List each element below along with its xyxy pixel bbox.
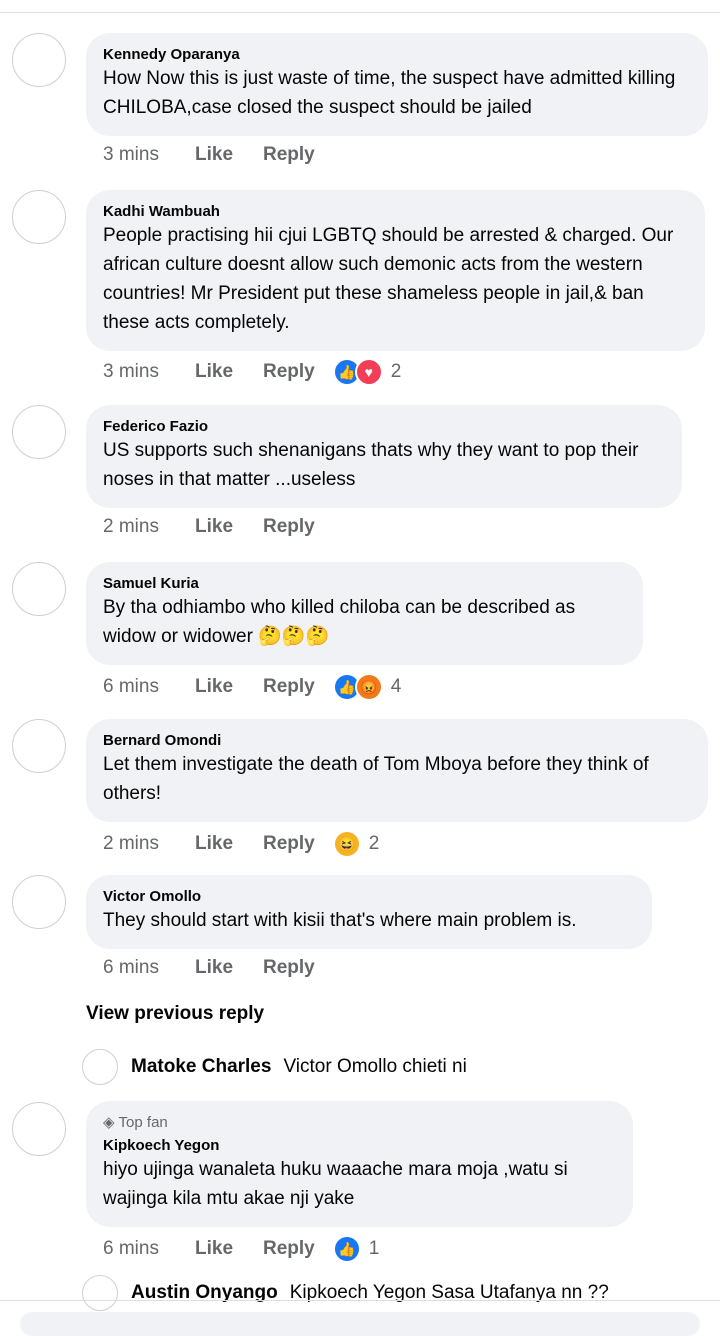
comment-author[interactable]: Kipkoech Yegon <box>103 1137 615 1154</box>
reply-author[interactable]: Matoke Charles <box>131 1056 271 1078</box>
comment-time[interactable]: 6 mins <box>103 676 195 698</box>
comment-bubble[interactable]: Kadhi Wambuah People practising hii cjui… <box>86 190 705 351</box>
comment-bubble[interactable]: Victor Omollo They should start with kis… <box>86 875 652 949</box>
reaction-summary[interactable]: 👍 1 <box>332 1235 380 1263</box>
comment-bubble[interactable]: Bernard Omondi Let them investigate the … <box>86 719 708 822</box>
comment-time[interactable]: 2 mins <box>103 833 195 855</box>
comment-text: US supports such shenanigans thats why t… <box>103 440 639 490</box>
top-fan-badge: ◈ Top fan <box>103 1114 615 1131</box>
comment-author[interactable]: Samuel Kuria <box>103 575 625 592</box>
reply-button[interactable]: Reply <box>263 144 315 166</box>
comment-actions: 6 mins Like Reply 👍 1 <box>103 1235 379 1263</box>
bottom-divider <box>0 1300 720 1301</box>
comment-author[interactable]: Kadhi Wambuah <box>103 203 687 220</box>
avatar[interactable] <box>82 1275 118 1311</box>
comment-author[interactable]: Victor Omollo <box>103 888 634 905</box>
angry-icon: 😡 <box>354 673 383 701</box>
like-button[interactable]: Like <box>195 833 263 855</box>
avatar[interactable] <box>12 1102 66 1156</box>
like-button[interactable]: Like <box>195 957 263 979</box>
like-button[interactable]: Like <box>195 361 263 383</box>
comment-bubble[interactable]: ◈ Top fan Kipkoech Yegon hiyo ujinga wan… <box>86 1101 633 1227</box>
comment-bubble[interactable]: Samuel Kuria By tha odhiambo who killed … <box>86 562 643 665</box>
reaction-count: 4 <box>390 676 402 697</box>
like-button[interactable]: Like <box>195 516 263 538</box>
comment-actions: 2 mins Like Reply 😆 2 <box>103 830 379 858</box>
reaction-summary[interactable]: 👍 ♥ 2 <box>332 358 402 386</box>
like-button[interactable]: Like <box>195 676 263 698</box>
comment-actions: 3 mins Like Reply <box>103 144 333 166</box>
reply-button[interactable]: Reply <box>263 676 315 698</box>
avatar[interactable] <box>12 405 66 459</box>
comment-text: Let them investigate the death of Tom Mb… <box>103 754 649 804</box>
reply-button[interactable]: Reply <box>263 516 315 538</box>
comment-time[interactable]: 3 mins <box>103 361 195 383</box>
comment-text: hiyo ujinga wanaleta huku waaache mara m… <box>103 1159 568 1209</box>
diamond-icon: ◈ <box>103 1114 115 1131</box>
reply-item: Austin Onyango Kipkoech Yegon Sasa Utafa… <box>82 1275 609 1311</box>
comment-actions: 6 mins Like Reply 👍 😡 4 <box>103 673 401 701</box>
reaction-summary[interactable]: 😆 2 <box>332 830 380 858</box>
avatar[interactable] <box>82 1049 118 1085</box>
reaction-count: 2 <box>368 833 380 854</box>
comment-actions: 6 mins Like Reply <box>103 957 333 979</box>
reply-button[interactable]: Reply <box>263 833 315 855</box>
comment-input-bar[interactable] <box>20 1312 700 1336</box>
comment-actions: 2 mins Like Reply <box>103 516 333 538</box>
reply-button[interactable]: Reply <box>263 957 315 979</box>
reply-text: Victor Omollo chieti ni <box>283 1056 467 1077</box>
comment-text: They should start with kisii that's wher… <box>103 910 577 931</box>
comment-author[interactable]: Federico Fazio <box>103 418 664 435</box>
reaction-count: 2 <box>390 361 402 382</box>
avatar[interactable] <box>12 33 66 87</box>
comment-time[interactable]: 3 mins <box>103 144 195 166</box>
avatar[interactable] <box>12 190 66 244</box>
view-previous-reply-link[interactable]: View previous reply <box>86 1003 264 1025</box>
comment-text: How Now this is just waste of time, the … <box>103 68 676 118</box>
avatar[interactable] <box>12 562 66 616</box>
reply-button[interactable]: Reply <box>263 1238 315 1260</box>
like-button[interactable]: Like <box>195 144 263 166</box>
comment-bubble[interactable]: Kennedy Oparanya How Now this is just wa… <box>86 33 708 136</box>
reply-item: Matoke Charles Victor Omollo chieti ni <box>82 1049 467 1085</box>
comment-author[interactable]: Kennedy Oparanya <box>103 46 690 63</box>
comment-time[interactable]: 6 mins <box>103 1238 195 1260</box>
top-divider <box>0 12 720 13</box>
love-icon: ♥ <box>354 358 383 386</box>
top-fan-label: Top fan <box>118 1114 168 1131</box>
like-button[interactable]: Like <box>195 1238 263 1260</box>
comment-time[interactable]: 2 mins <box>103 516 195 538</box>
comment-time[interactable]: 6 mins <box>103 957 195 979</box>
like-icon: 👍 <box>332 1235 361 1263</box>
reaction-count: 1 <box>368 1238 380 1259</box>
comment-text: People practising hii cjui LGBTQ should … <box>103 225 674 333</box>
comment-author[interactable]: Bernard Omondi <box>103 732 690 749</box>
haha-icon: 😆 <box>332 830 361 858</box>
reaction-summary[interactable]: 👍 😡 4 <box>332 673 402 701</box>
avatar[interactable] <box>12 875 66 929</box>
comment-text: By tha odhiambo who killed chiloba can b… <box>103 597 576 647</box>
reply-button[interactable]: Reply <box>263 361 315 383</box>
avatar[interactable] <box>12 719 66 773</box>
comment-bubble[interactable]: Federico Fazio US supports such shenanig… <box>86 405 682 508</box>
comment-actions: 3 mins Like Reply 👍 ♥ 2 <box>103 358 401 386</box>
